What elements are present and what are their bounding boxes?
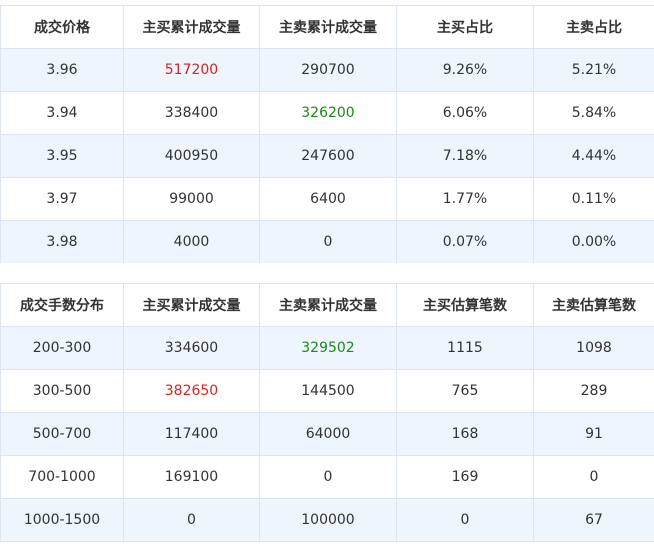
cell-lot-range: 1000-1500 (0, 498, 124, 542)
header-buy-ratio: 主买占比 (396, 5, 534, 49)
cell-buy-volume: 334600 (123, 326, 260, 370)
cell-sell-volume: 290700 (259, 48, 397, 92)
cell-buy-volume: 0 (123, 498, 260, 542)
cell-sell-volume: 326200 (259, 91, 397, 135)
price-table-header-row: 成交价格 主买累计成交量 主卖累计成交量 主买占比 主卖占比 (0, 5, 654, 49)
lot-table-header-row: 成交手数分布 主买累计成交量 主卖累计成交量 主买估算笔数 主卖估算笔数 (0, 283, 654, 327)
cell-sell-count: 1098 (533, 326, 654, 370)
cell-buy-count: 1115 (396, 326, 534, 370)
cell-buy-ratio: 9.26% (396, 48, 534, 92)
cell-sell-count: 289 (533, 369, 654, 413)
cell-buy-ratio: 7.18% (396, 134, 534, 178)
table-row: 3.95 400950 247600 7.18% 4.44% (0, 134, 654, 178)
cell-sell-volume: 6400 (259, 177, 397, 221)
cell-price: 3.97 (0, 177, 124, 221)
cell-sell-volume: 329502 (259, 326, 397, 370)
cell-sell-volume: 144500 (259, 369, 397, 413)
cell-sell-ratio: 5.21% (533, 48, 654, 92)
header-sell-ratio: 主卖占比 (533, 5, 654, 49)
table-row: 3.96 517200 290700 9.26% 5.21% (0, 48, 654, 92)
cell-buy-volume: 338400 (123, 91, 260, 135)
header-buy-volume: 主买累计成交量 (123, 283, 260, 327)
table-row: 1000-1500 0 100000 0 67 (0, 498, 654, 542)
cell-lot-range: 700-1000 (0, 455, 124, 499)
cell-buy-count: 0 (396, 498, 534, 542)
lot-size-distribution-table: 成交手数分布 主买累计成交量 主卖累计成交量 主买估算笔数 主卖估算笔数 200… (0, 283, 654, 542)
table-spacer (0, 263, 654, 283)
cell-sell-ratio: 0.00% (533, 220, 654, 264)
table-row: 500-700 117400 64000 168 91 (0, 412, 654, 456)
cell-price: 3.94 (0, 91, 124, 135)
cell-buy-volume: 99000 (123, 177, 260, 221)
cell-sell-ratio: 0.11% (533, 177, 654, 221)
table-row: 700-1000 169100 0 169 0 (0, 455, 654, 499)
cell-buy-volume: 382650 (123, 369, 260, 413)
cell-sell-count: 67 (533, 498, 654, 542)
cell-price: 3.96 (0, 48, 124, 92)
header-sell-volume: 主卖累计成交量 (259, 5, 397, 49)
header-buy-volume: 主买累计成交量 (123, 5, 260, 49)
cell-sell-volume: 64000 (259, 412, 397, 456)
cell-sell-ratio: 5.84% (533, 91, 654, 135)
cell-lot-range: 200-300 (0, 326, 124, 370)
header-sell-count: 主卖估算笔数 (533, 283, 654, 327)
cell-price: 3.95 (0, 134, 124, 178)
cell-buy-volume: 169100 (123, 455, 260, 499)
cell-buy-count: 169 (396, 455, 534, 499)
cell-lot-range: 500-700 (0, 412, 124, 456)
header-buy-count: 主买估算笔数 (396, 283, 534, 327)
price-distribution-table: 成交价格 主买累计成交量 主卖累计成交量 主买占比 主卖占比 3.96 5172… (0, 5, 654, 264)
header-lot-range: 成交手数分布 (0, 283, 124, 327)
cell-sell-volume: 0 (259, 220, 397, 264)
cell-buy-volume: 4000 (123, 220, 260, 264)
header-price: 成交价格 (0, 5, 124, 49)
table-row: 3.98 4000 0 0.07% 0.00% (0, 220, 654, 264)
cell-buy-count: 765 (396, 369, 534, 413)
cell-buy-ratio: 0.07% (396, 220, 534, 264)
cell-buy-volume: 117400 (123, 412, 260, 456)
cell-price: 3.98 (0, 220, 124, 264)
table-row: 3.94 338400 326200 6.06% 5.84% (0, 91, 654, 135)
cell-sell-volume: 0 (259, 455, 397, 499)
table-row: 300-500 382650 144500 765 289 (0, 369, 654, 413)
cell-lot-range: 300-500 (0, 369, 124, 413)
cell-buy-ratio: 6.06% (396, 91, 534, 135)
cell-buy-volume: 517200 (123, 48, 260, 92)
cell-buy-ratio: 1.77% (396, 177, 534, 221)
cell-sell-count: 91 (533, 412, 654, 456)
cell-buy-count: 168 (396, 412, 534, 456)
cell-buy-volume: 400950 (123, 134, 260, 178)
header-sell-volume: 主卖累计成交量 (259, 283, 397, 327)
cell-sell-count: 0 (533, 455, 654, 499)
cell-sell-ratio: 4.44% (533, 134, 654, 178)
table-row: 3.97 99000 6400 1.77% 0.11% (0, 177, 654, 221)
table-row: 200-300 334600 329502 1115 1098 (0, 326, 654, 370)
cell-sell-volume: 100000 (259, 498, 397, 542)
cell-sell-volume: 247600 (259, 134, 397, 178)
